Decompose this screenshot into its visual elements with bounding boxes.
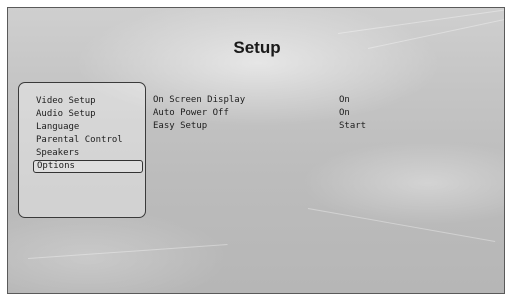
setup-menu: Video Setup Audio Setup Language Parenta… bbox=[18, 82, 146, 218]
setting-value-easy-setup[interactable]: Start bbox=[339, 120, 366, 133]
background-streak bbox=[307, 208, 496, 242]
setup-screen: Setup Video Setup Audio Setup Language P… bbox=[7, 7, 505, 294]
menu-item-options[interactable]: Options bbox=[33, 160, 143, 173]
menu-item-parental-control[interactable]: Parental Control bbox=[36, 134, 123, 147]
menu-item-language[interactable]: Language bbox=[36, 121, 79, 134]
background-streak bbox=[27, 244, 228, 259]
setting-name-auto-power-off[interactable]: Auto Power Off bbox=[153, 107, 229, 120]
setting-value-on-screen-display[interactable]: On bbox=[339, 94, 350, 107]
menu-item-speakers[interactable]: Speakers bbox=[36, 147, 79, 160]
menu-item-audio-setup[interactable]: Audio Setup bbox=[36, 108, 96, 121]
page-title: Setup bbox=[233, 38, 281, 57]
menu-item-video-setup[interactable]: Video Setup bbox=[36, 95, 96, 108]
background-streak bbox=[337, 9, 504, 34]
setting-value-auto-power-off[interactable]: On bbox=[339, 107, 350, 120]
setting-name-easy-setup[interactable]: Easy Setup bbox=[153, 120, 207, 133]
setting-name-on-screen-display[interactable]: On Screen Display bbox=[153, 94, 245, 107]
